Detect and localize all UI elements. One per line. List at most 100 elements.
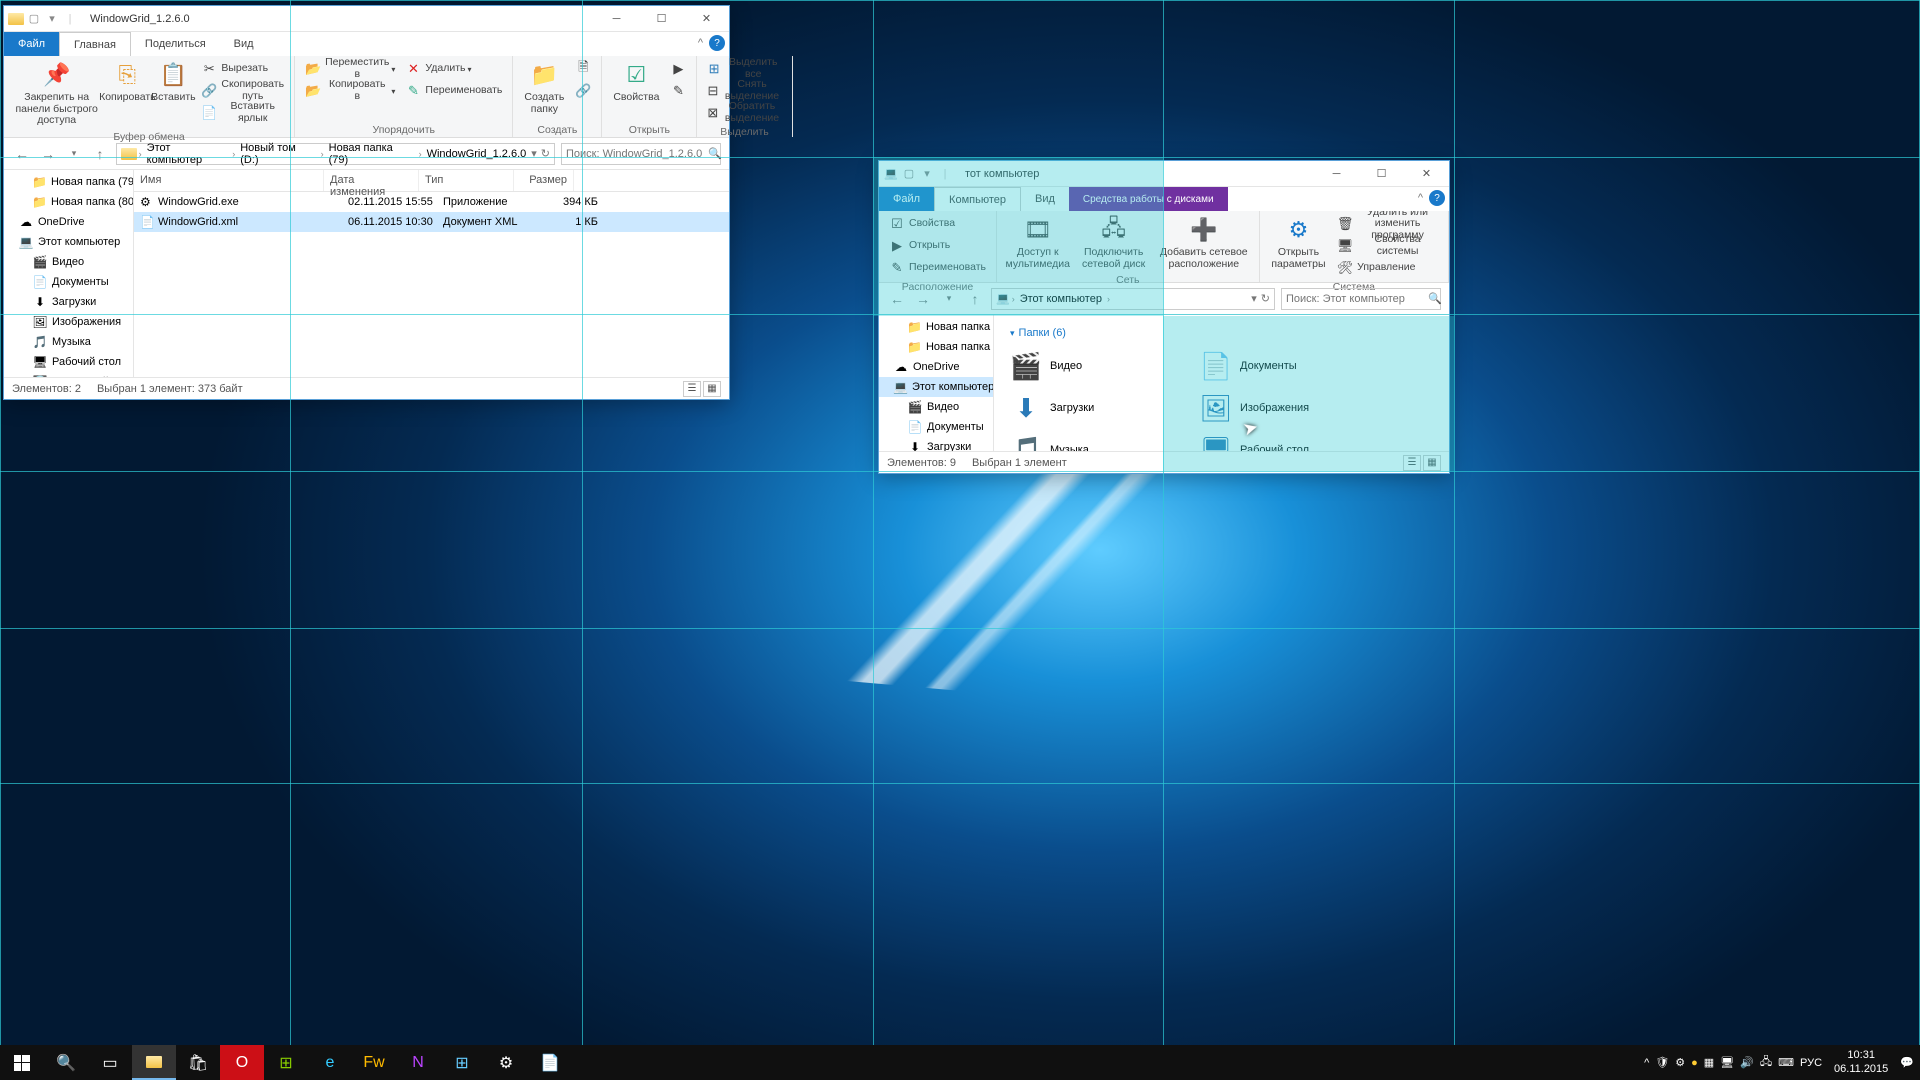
tree-item[interactable]: ☁OneDrive <box>879 357 993 377</box>
network-icon[interactable]: 🖧 <box>1760 1053 1772 1072</box>
dropdown-icon[interactable]: ▾ <box>1251 292 1257 305</box>
dropdown-icon[interactable]: ▾ <box>531 147 537 160</box>
new-item-button[interactable]: 🗎 <box>571 58 595 80</box>
tray-icon[interactable]: 🛡 <box>1655 1056 1669 1069</box>
app-taskbar-icon[interactable]: ⊞ <box>440 1045 484 1080</box>
tab-file[interactable]: Файл <box>879 187 934 211</box>
taskbar[interactable]: 🔍 ▭ 🛍 O ⊞ e Fw N ⊞ ⚙ 📄 ^ 🛡 ⚙ ● ▦ 🖥 🔊 🖧 ⌨… <box>0 1045 1920 1080</box>
tree-item[interactable]: 🎬Видео <box>879 397 993 417</box>
tray-up-icon[interactable]: ^ <box>1644 1057 1649 1069</box>
copy-path-button[interactable]: 🔗Скопировать путь <box>197 80 288 102</box>
app-taskbar-icon[interactable]: 📄 <box>528 1045 572 1080</box>
file-row[interactable]: ⚙WindowGrid.exe02.11.2015 15:55Приложени… <box>134 192 729 212</box>
tree-item[interactable]: 📁Новая папка (79 <box>879 317 993 337</box>
tree-item[interactable]: 📁Новая папка (80 <box>4 192 133 212</box>
paste-button[interactable]: 📋Вставить <box>151 58 195 106</box>
copy-to-button[interactable]: 📂Копировать в▾ <box>301 80 399 102</box>
opera-taskbar-icon[interactable]: O <box>220 1045 264 1080</box>
action-center-icon[interactable]: 💬 <box>1900 1056 1914 1069</box>
system-tray[interactable]: ^ 🛡 ⚙ ● ▦ 🖥 🔊 🖧 ⌨ РУС 10:3106.11.2015 💬 <box>1638 1049 1920 1075</box>
app-taskbar-icon[interactable]: Fw <box>352 1045 396 1080</box>
rename-button[interactable]: ✎Переименовать <box>885 257 990 279</box>
rename-button[interactable]: ✎Переименовать <box>401 80 506 102</box>
settings-button[interactable]: ⚙Открыть параметры <box>1266 213 1331 272</box>
maximize-button[interactable]: ☐ <box>1359 161 1404 187</box>
folder-item[interactable]: 🖼Изображения <box>1200 389 1350 427</box>
tree-item[interactable]: 📁Новая папка (79 <box>4 172 133 192</box>
icons-view-icon[interactable]: ▦ <box>1423 455 1441 471</box>
tree-item[interactable]: 📄Документы <box>4 272 133 292</box>
invert-selection-button[interactable]: ⊠Обратить выделение <box>703 102 785 124</box>
properties-button[interactable]: ☑Свойства <box>608 58 664 106</box>
tree-item[interactable]: 🖼Изображения <box>4 312 133 332</box>
tree-item[interactable]: ☁OneDrive <box>4 212 133 232</box>
column-headers[interactable]: ИмяДата изменения ТипРазмер <box>134 170 729 192</box>
start-button[interactable] <box>0 1045 44 1080</box>
details-view-icon[interactable]: ☰ <box>683 381 701 397</box>
maximize-button[interactable]: ☐ <box>639 6 684 32</box>
tray-icon[interactable]: 🖥 <box>1720 1056 1734 1069</box>
details-view-icon[interactable]: ☰ <box>1403 455 1421 471</box>
task-view-button[interactable]: ▭ <box>88 1045 132 1080</box>
tab-tools-context[interactable]: Средства работы с дисками <box>1069 187 1228 211</box>
address-bar[interactable]: 💻› Этот компьютер› ▾↻ <box>991 288 1275 310</box>
help-icon[interactable]: ? <box>709 35 725 51</box>
up-button[interactable]: ↑ <box>965 291 985 307</box>
onenote-taskbar-icon[interactable]: N <box>396 1045 440 1080</box>
tree-item[interactable]: 📁Новая папка (80 <box>879 337 993 357</box>
delete-button[interactable]: ✕Удалить▾ <box>401 58 506 80</box>
tray-icon[interactable]: ▦ <box>1704 1056 1714 1069</box>
back-button[interactable]: ← <box>12 146 32 162</box>
back-button[interactable]: ← <box>887 291 907 307</box>
uninstall-button[interactable]: 🗑Удалить или изменить программу <box>1333 213 1442 235</box>
tree-item[interactable]: 🎬Видео <box>4 252 133 272</box>
edit-button[interactable]: ✎ <box>666 80 690 102</box>
collapse-ribbon-icon[interactable]: ^ <box>1418 192 1423 204</box>
tree-item[interactable]: 🖥Рабочий стол <box>4 352 133 372</box>
section-header[interactable]: ▾Папки (6) <box>1002 323 1441 343</box>
tree-item[interactable]: ⬇Загрузки <box>879 437 993 451</box>
tab-home[interactable]: Главная <box>59 32 131 56</box>
new-folder-button[interactable]: 📁Создать папку <box>519 58 569 117</box>
edge-taskbar-icon[interactable]: e <box>308 1045 352 1080</box>
lang-indicator[interactable]: РУС <box>1800 1057 1822 1069</box>
explorer-window-1[interactable]: ▢ ▾ | WindowGrid_1.2.6.0 ─ ☐ ✕ Файл Глав… <box>3 5 730 400</box>
open-button[interactable]: ▶Открыть <box>885 235 990 257</box>
network-drive-button[interactable]: 🖧Подключить сетевой диск <box>1074 213 1152 272</box>
up-button[interactable]: ↑ <box>90 146 110 162</box>
tree-item[interactable]: 💻Этот компьютер <box>4 232 133 252</box>
close-button[interactable]: ✕ <box>1404 161 1449 187</box>
tree-item[interactable]: 💻Этот компьютер <box>879 377 993 397</box>
select-all-button[interactable]: ⊞Выделить все <box>703 58 785 80</box>
qat-item[interactable]: ▢ <box>26 11 42 27</box>
title-bar[interactable]: ▢ ▾ | WindowGrid_1.2.6.0 ─ ☐ ✕ <box>4 6 729 32</box>
folder-item[interactable]: 📄Документы <box>1200 347 1350 385</box>
forward-button[interactable]: → <box>38 146 58 162</box>
store-taskbar-icon[interactable]: 🛍 <box>176 1045 220 1080</box>
select-none-button[interactable]: ⊟Снять выделение <box>703 80 785 102</box>
keyboard-icon[interactable]: ⌨ <box>1778 1056 1794 1069</box>
tab-view[interactable]: Вид <box>1021 187 1069 211</box>
recent-button[interactable]: ▾ <box>939 293 959 304</box>
forward-button[interactable]: → <box>913 291 933 307</box>
tab-computer[interactable]: Компьютер <box>934 187 1021 211</box>
collapse-ribbon-icon[interactable]: ^ <box>698 37 703 49</box>
folder-item[interactable]: 🎬Видео <box>1010 347 1160 385</box>
clock[interactable]: 10:3106.11.2015 <box>1828 1049 1894 1075</box>
manage-button[interactable]: 🛠Управление <box>1333 257 1442 279</box>
tree-item[interactable]: 📄Документы <box>879 417 993 437</box>
refresh-icon[interactable]: ↻ <box>541 147 550 160</box>
props-button[interactable]: ☑Свойства <box>885 213 990 235</box>
refresh-icon[interactable]: ↻ <box>1261 292 1270 305</box>
tree-item[interactable]: ⬇Загрузки <box>4 292 133 312</box>
close-button[interactable]: ✕ <box>684 6 729 32</box>
add-network-button[interactable]: ➕Добавить сетевое расположение <box>1155 213 1253 272</box>
recent-button[interactable]: ▾ <box>64 148 84 159</box>
nav-tree[interactable]: 📁Новая папка (79📁Новая папка (80☁OneDriv… <box>4 170 134 377</box>
tree-item[interactable]: 🎵Музыка <box>4 332 133 352</box>
easy-access-button[interactable]: 🔗 <box>571 80 595 102</box>
explorer-window-2[interactable]: 💻▢▾| тот компьютер ─ ☐ ✕ Файл Компьютер … <box>878 160 1450 474</box>
app-taskbar-icon[interactable]: ⚙ <box>484 1045 528 1080</box>
sys-props-button[interactable]: 🖥Свойства системы <box>1333 235 1442 257</box>
app-taskbar-icon[interactable]: ⊞ <box>264 1045 308 1080</box>
